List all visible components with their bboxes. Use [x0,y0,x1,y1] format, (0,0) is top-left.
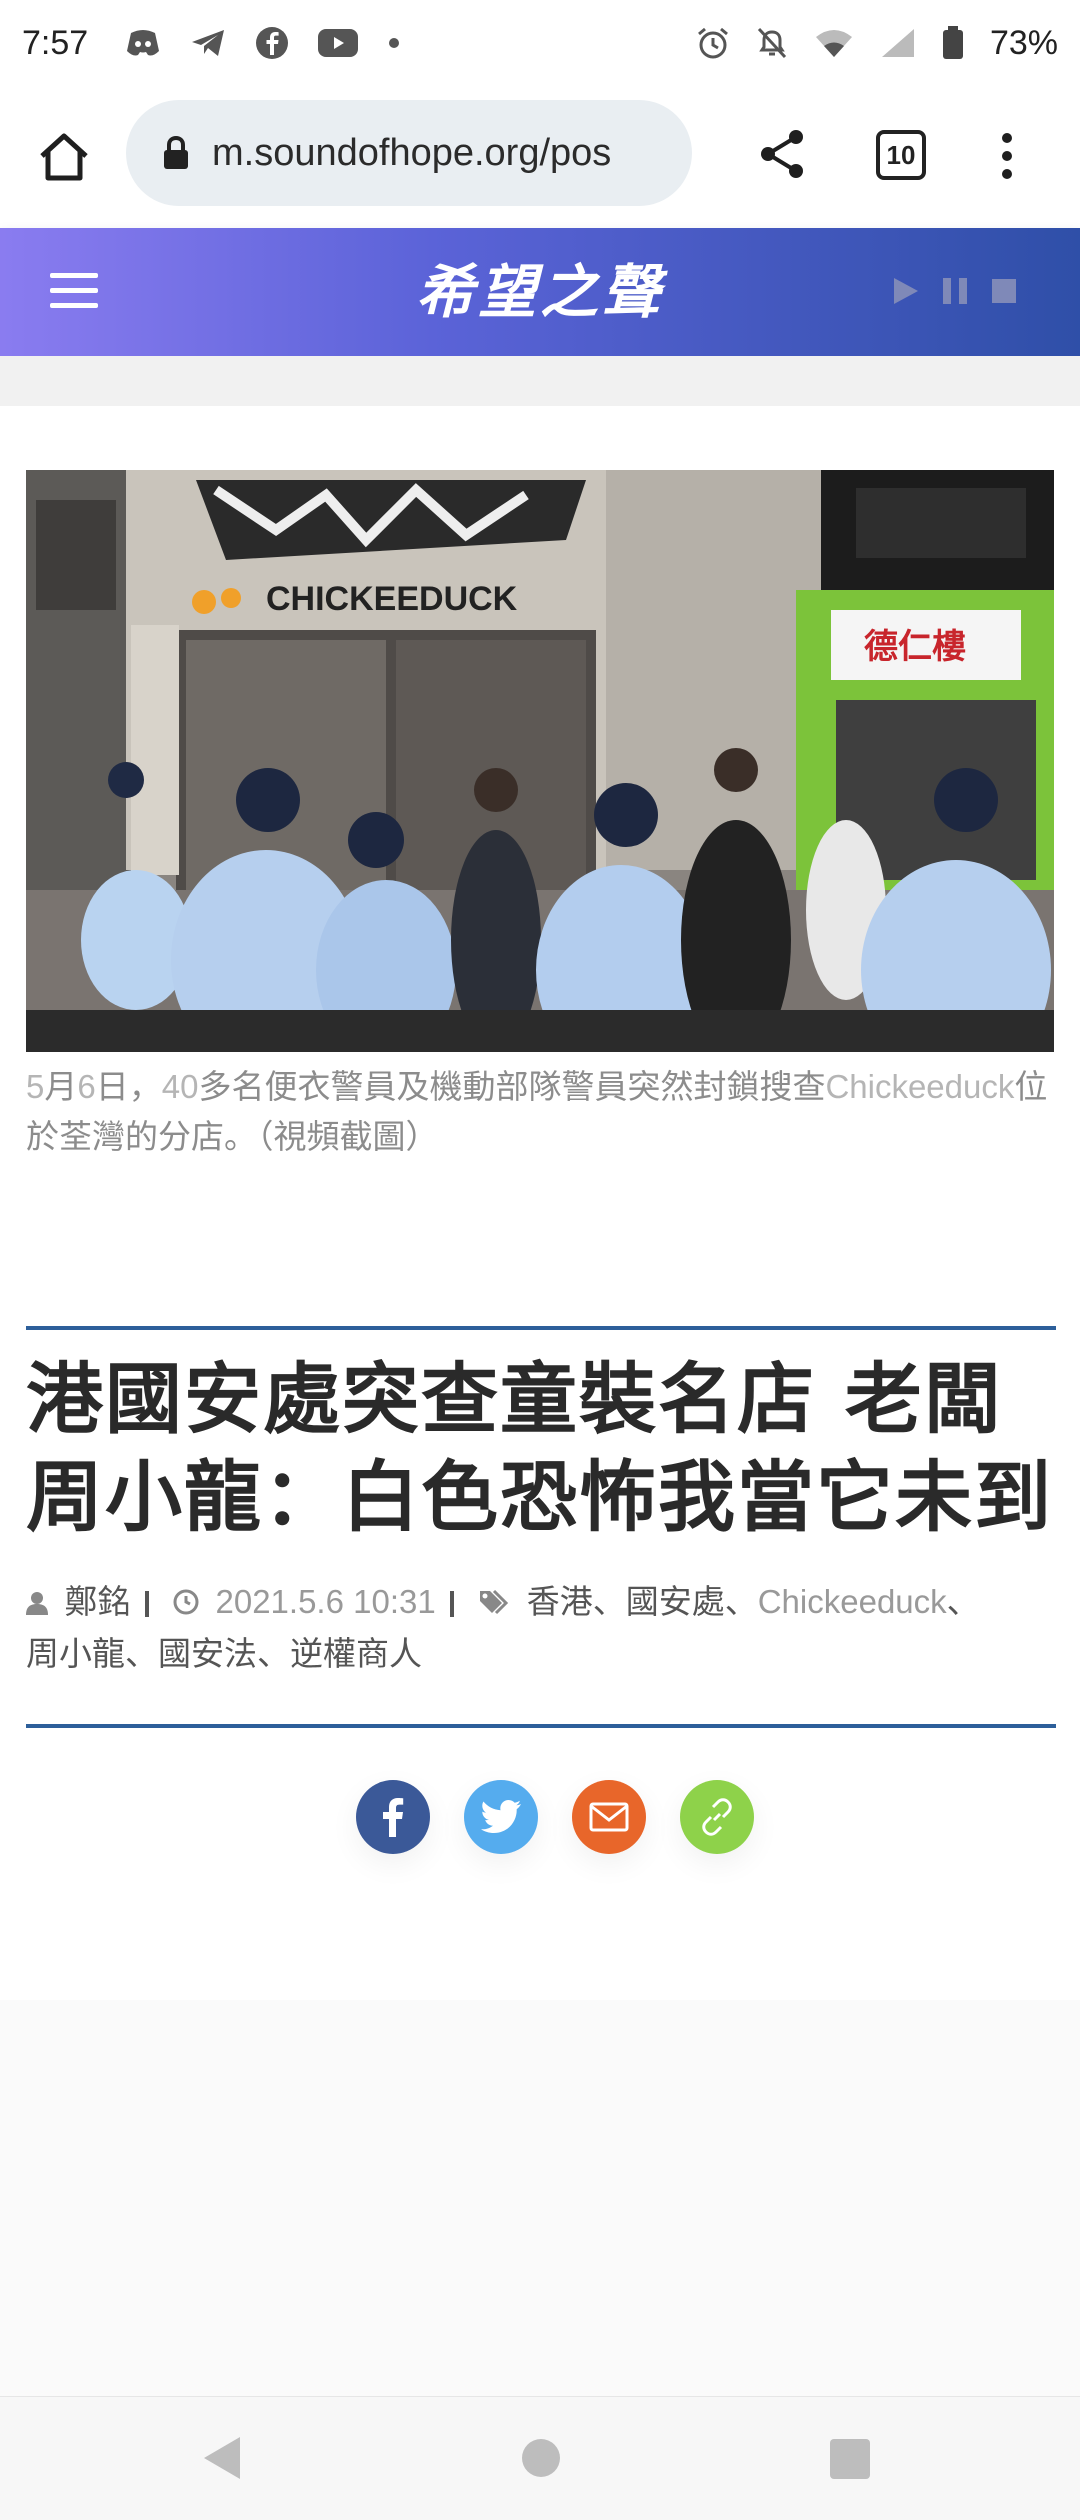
share-icon [761,130,803,178]
twitter-share-button[interactable] [464,1780,538,1854]
shop-sign-right-text: 德仁樓 [864,627,966,667]
user-icon [26,1592,48,1615]
alarm-icon [697,27,728,59]
battery-percent: 73% [989,23,1058,62]
tag-link[interactable]: 國安法 [158,1634,257,1673]
tag-link[interactable]: 逆權商人 [290,1634,422,1673]
tag-separator: 、 [125,1634,158,1673]
caption-part: 6 [77,1068,96,1105]
nav-home-button[interactable] [522,2439,560,2477]
tag-icon [480,1589,509,1615]
address-bar[interactable]: m.soundofhope.org/pos [126,100,692,206]
nav-back-button[interactable] [202,2435,242,2485]
tag-separator: 、 [257,1634,290,1673]
discord-icon [127,30,160,56]
article-card: CHICKEEDUCK 德仁樓 5月6日，40多名便衣警員及機動部隊警員突然封鎖… [0,406,1080,2000]
tag-separator: 、 [946,1582,980,1621]
wifi-icon [815,30,852,57]
nav-recents-button[interactable] [830,2439,870,2479]
overflow-menu-button[interactable] [992,126,1022,186]
author-name[interactable]: 鄭銘 [65,1582,131,1621]
lock-icon [164,135,188,169]
publish-date: 2021.5.6 10:31 [215,1583,436,1620]
menu-line [50,303,98,308]
more-vert-icon [1002,133,1012,179]
status-bar: 7:57 73% [0,0,1080,86]
site-logo[interactable]: 希望之聲 [330,252,750,332]
tag-link[interactable]: 國安處 [626,1582,725,1621]
notification-icons [126,27,400,59]
header-spacer [0,356,1080,406]
copy-link-button[interactable] [680,1780,754,1854]
email-share-button[interactable] [572,1780,646,1854]
audio-controls [892,276,1018,306]
back-triangle-icon [204,2437,240,2479]
facebook-icon [383,1798,404,1837]
link-icon [702,1798,732,1836]
dot-icon [389,38,400,48]
telegram-icon [192,30,225,56]
store-sign-text: CHICKEEDUCK [266,580,518,618]
status-time: 7:57 [22,23,89,62]
caption-part: 多名便衣警員及機動部隊警員突然封鎖搜查 [198,1067,826,1106]
headline-top-rule [26,1326,1056,1330]
caption-part: Chickeeduck [825,1068,1015,1105]
tag-separator: 、 [592,1582,626,1621]
system-icons: 73% [696,24,1058,63]
tag-link[interactable]: 周小龍 [26,1634,125,1673]
caption-part: 40 [161,1068,199,1105]
tag-link[interactable]: Chickeeduck [758,1583,947,1620]
mail-icon [589,1802,629,1832]
system-nav-bar [0,2396,1080,2520]
headline-line-1: 港國安處突查童裝名店 老闆 [26,1356,1003,1445]
url-text: m.soundofhope.org/pos [212,131,612,174]
play-icon[interactable] [892,276,920,306]
tab-switcher-button[interactable]: 10 [876,130,926,180]
battery-icon [942,26,963,59]
storefront-scene: CHICKEEDUCK 德仁樓 [26,470,1054,1052]
menu-line [50,288,98,293]
photo-caption: 5月6日，40多名便衣警員及機動部隊警員突然封鎖搜查Chickeeduck位於荃… [26,1062,1054,1162]
signal-icon [881,29,914,57]
meta-bottom-rule [26,1724,1056,1728]
meta-separator [144,1590,149,1617]
home-button[interactable] [34,127,94,187]
youtube-icon [318,29,359,57]
mute-icon [757,27,787,59]
share-button[interactable] [758,128,806,184]
tag-separator: 、 [724,1582,758,1621]
share-buttons [356,1780,754,1854]
site-header: 希望之聲 [0,228,1080,356]
facebook-share-button[interactable] [356,1780,430,1854]
article-photo[interactable]: CHICKEEDUCK 德仁樓 [26,470,1054,1052]
caption-part: 5 [26,1068,45,1105]
hamburger-menu-button[interactable] [50,273,98,311]
caption-part: 日， [95,1067,162,1106]
tag-link[interactable]: 香港 [527,1582,593,1621]
home-icon [40,133,88,181]
article-meta: 鄭銘 2021.5.6 10:31 香港、國安處、Chickeeduck、 周小龍… [26,1576,1056,1680]
clock-icon [173,1589,199,1615]
browser-toolbar: m.soundofhope.org/pos 10 [0,86,1080,228]
meta-separator [449,1590,454,1617]
article-headline: 港國安處突查童裝名店 老闆 周小龍：白色恐怖我當它未到 [26,1352,1066,1548]
stop-icon[interactable] [990,277,1018,305]
caption-part: 月 [44,1067,78,1106]
twitter-icon [481,1800,521,1833]
menu-line [50,273,98,278]
pause-icon[interactable] [940,276,970,306]
facebook-icon [256,27,289,59]
headline-line-2: 周小龍：白色恐怖我當它未到 [26,1454,1053,1543]
